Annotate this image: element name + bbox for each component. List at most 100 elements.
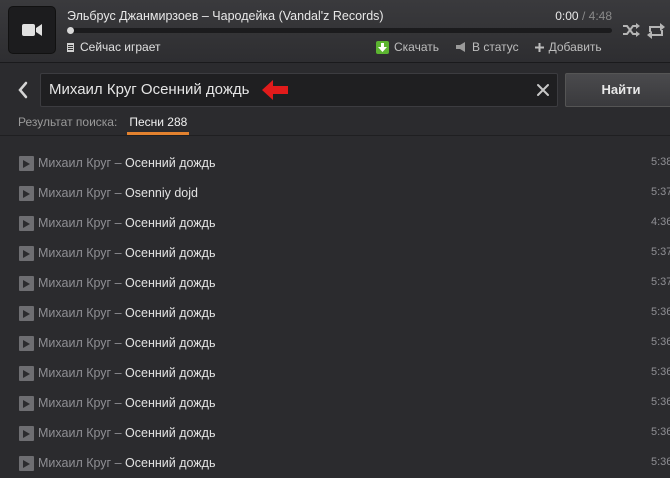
- track-song: Осенний дождь: [125, 456, 216, 470]
- track-song: Осенний дождь: [125, 366, 216, 380]
- list-item[interactable]: Михаил Круг – Осенний дождь 5:37: [0, 268, 670, 298]
- to-status-button[interactable]: В статус: [455, 40, 519, 54]
- play-icon[interactable]: [19, 426, 34, 441]
- track-artist: Михаил Круг: [38, 456, 112, 470]
- megaphone-icon: [456, 42, 465, 52]
- track-dash: –: [114, 186, 122, 200]
- player-bar: Эльбрус Джанмирзоев – Чародейка (Vandal'…: [0, 0, 670, 63]
- track-dash: –: [114, 426, 122, 440]
- list-item[interactable]: Михаил Круг – Осенний дождь 5:36: [0, 418, 670, 448]
- clear-icon[interactable]: [535, 82, 551, 98]
- search-input[interactable]: [49, 74, 254, 106]
- list-item[interactable]: Михаил Круг – Осенний дождь 5:36: [0, 328, 670, 358]
- track-song: Осенний дождь: [125, 246, 216, 260]
- track-dash: –: [114, 366, 122, 380]
- list-item[interactable]: Михаил Круг – Осенний дождь 4:36: [0, 208, 670, 238]
- track-artist: Михаил Круг: [38, 306, 112, 320]
- track-title: Эльбрус Джанмирзоев – Чародейка (Vandal'…: [67, 9, 384, 23]
- play-icon[interactable]: [19, 246, 34, 261]
- now-playing[interactable]: Сейчас играет: [67, 40, 161, 54]
- track-actions: Скачать В статус Добавить: [376, 40, 602, 54]
- now-playing-label: Сейчас играет: [80, 40, 161, 54]
- results-label: Результат поиска:: [18, 115, 118, 129]
- results-list: Михаил Круг – Осенний дождь 5:38 Михаил …: [0, 148, 670, 478]
- time-current: 0:00: [555, 9, 579, 23]
- list-item[interactable]: Михаил Круг – Осенний дождь 5:36: [0, 448, 670, 478]
- time-display: 0:00 / 4:48: [555, 9, 612, 23]
- play-icon[interactable]: [19, 276, 34, 291]
- track-artist: Михаил Круг: [38, 216, 112, 230]
- track-duration: 5:36: [651, 426, 670, 438]
- play-icon[interactable]: [19, 156, 34, 171]
- add-button[interactable]: Добавить: [534, 40, 602, 54]
- play-icon[interactable]: [19, 366, 34, 381]
- video-camera-icon[interactable]: [8, 6, 56, 54]
- track-artist: Михаил Круг: [38, 246, 112, 260]
- track-dash: –: [114, 336, 122, 350]
- track-song: Осенний дождь: [125, 396, 216, 410]
- tab-songs[interactable]: Песни 288: [127, 115, 190, 135]
- plus-icon: [534, 42, 544, 52]
- track-song: Осенний дождь: [125, 426, 216, 440]
- track-artist: Михаил Круг: [38, 366, 112, 380]
- track-song: Осенний дождь: [125, 156, 216, 170]
- back-arrow-icon[interactable]: [14, 77, 32, 103]
- progress-knob[interactable]: [67, 27, 74, 34]
- list-item[interactable]: Михаил Круг – Осенний дождь 5:36: [0, 358, 670, 388]
- track-duration: 5:36: [651, 306, 670, 318]
- play-icon[interactable]: [19, 306, 34, 321]
- play-icon[interactable]: [19, 336, 34, 351]
- time-separator: /: [581, 9, 586, 23]
- track-song: Осенний дождь: [125, 336, 216, 350]
- track-dash: –: [114, 306, 122, 320]
- track-artist: Михаил Круг: [38, 156, 112, 170]
- track-song: Осенний дождь: [125, 216, 216, 230]
- track-duration: 5:36: [651, 396, 670, 408]
- track-duration: 5:36: [651, 336, 670, 348]
- download-label: Скачать: [394, 40, 439, 54]
- list-item[interactable]: Михаил Круг – Осенний дождь 5:36: [0, 388, 670, 418]
- list-item[interactable]: Михаил Круг – Осенний дождь 5:36: [0, 298, 670, 328]
- track-dash: –: [114, 396, 122, 410]
- list-item[interactable]: Михаил Круг – Osenniy dojd 5:37: [0, 178, 670, 208]
- download-icon: [376, 40, 389, 54]
- track-dash: –: [114, 246, 122, 260]
- track-duration: 5:36: [651, 366, 670, 378]
- track-artist: Михаил Круг: [38, 336, 112, 350]
- track-dash: –: [114, 456, 122, 470]
- search-box: [40, 73, 558, 107]
- shuffle-icon[interactable]: [622, 22, 640, 38]
- to-status-label: В статус: [472, 40, 519, 54]
- list-item[interactable]: Михаил Круг – Осенний дождь 5:38: [0, 148, 670, 178]
- play-icon[interactable]: [19, 216, 34, 231]
- play-icon[interactable]: [19, 186, 34, 201]
- search-tabs: Результат поиска: Песни 288: [18, 115, 190, 135]
- track-artist: Михаил Круг: [38, 186, 112, 200]
- red-arrow-annotation-icon: [262, 80, 288, 100]
- download-button[interactable]: Скачать: [376, 40, 439, 54]
- track-song: Осенний дождь: [125, 276, 216, 290]
- track-song: Osenniy dojd: [125, 186, 198, 200]
- track-duration: 5:36: [651, 456, 670, 468]
- progress-bar[interactable]: [67, 27, 612, 34]
- playlist-icon: [67, 42, 74, 52]
- track-duration: 5:37: [651, 246, 670, 258]
- track-artist: Михаил Круг: [38, 426, 112, 440]
- track-duration: 5:37: [651, 276, 670, 288]
- track-dash: –: [114, 276, 122, 290]
- track-duration: 5:38: [651, 156, 670, 168]
- track-artist: Михаил Круг: [38, 396, 112, 410]
- track-dash: –: [114, 216, 122, 230]
- play-icon[interactable]: [19, 396, 34, 411]
- play-icon[interactable]: [19, 456, 34, 471]
- find-button[interactable]: Найти: [565, 73, 670, 107]
- search-area: Найти Результат поиска: Песни 288: [0, 63, 670, 135]
- track-duration: 5:37: [651, 186, 670, 198]
- add-label: Добавить: [548, 40, 602, 54]
- track-song: Осенний дождь: [125, 306, 216, 320]
- divider: [0, 135, 670, 136]
- list-item[interactable]: Михаил Круг – Осенний дождь 5:37: [0, 238, 670, 268]
- time-total: 4:48: [588, 9, 612, 23]
- track-dash: –: [114, 156, 122, 170]
- repeat-icon[interactable]: [646, 22, 666, 40]
